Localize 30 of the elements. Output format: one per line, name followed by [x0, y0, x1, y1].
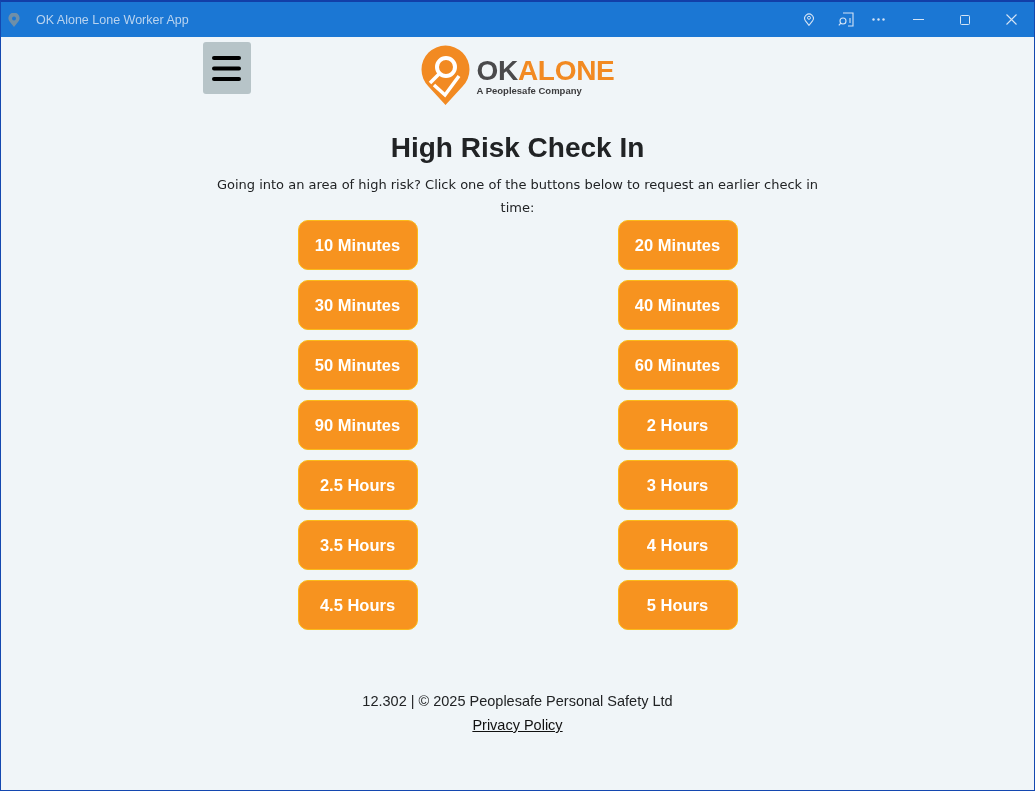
check-in-time-button[interactable]: 60 Minutes: [617, 340, 738, 390]
check-in-time-button[interactable]: 20 Minutes: [617, 220, 738, 270]
check-in-time-button[interactable]: 2.5 Hours: [297, 460, 418, 510]
window-title: OK Alone Lone Worker App: [36, 12, 190, 27]
check-in-time-button[interactable]: 40 Minutes: [617, 280, 738, 330]
window-search-icon[interactable]: [838, 12, 854, 27]
maximize-icon[interactable]: [960, 14, 970, 25]
check-in-time-button[interactable]: 2 Hours: [617, 400, 738, 450]
page-heading: High Risk Check In: [390, 131, 645, 165]
copyright-text: 12.302 | © 2025 Peoplesafe Personal Safety Ltd: [362, 692, 673, 711]
menu-button[interactable]: [202, 42, 251, 94]
check-in-time-button[interactable]: 50 Minutes: [297, 340, 418, 390]
check-in-time-button[interactable]: 3 Hours: [617, 460, 738, 510]
close-icon[interactable]: [1006, 14, 1017, 25]
app-icon: [8, 12, 20, 27]
check-in-time-button[interactable]: 30 Minutes: [297, 280, 418, 330]
logo-wordmark: OKALONE: [476, 56, 615, 86]
check-in-time-button[interactable]: 5 Hours: [617, 580, 738, 630]
map-pin-logo-icon: [420, 45, 470, 105]
intro-text: Going into an area of high risk? Click one of the buttons below to request an earlier check in time:: [215, 176, 820, 217]
logo-tagline: A Peoplesafe Company: [476, 85, 583, 97]
check-in-time-button[interactable]: 3.5 Hours: [297, 520, 418, 570]
check-in-time-button[interactable]: 90 Minutes: [297, 400, 418, 450]
menu-icon: [212, 55, 241, 81]
check-in-time-button[interactable]: 4 Hours: [617, 520, 738, 570]
check-in-time-button[interactable]: 4.5 Hours: [297, 580, 418, 630]
privacy-policy-link[interactable]: Privacy Policy: [472, 713, 563, 737]
check-in-time-button[interactable]: 10 Minutes: [297, 220, 418, 270]
more-icon[interactable]: [872, 18, 885, 21]
location-pin-icon[interactable]: [804, 13, 814, 26]
